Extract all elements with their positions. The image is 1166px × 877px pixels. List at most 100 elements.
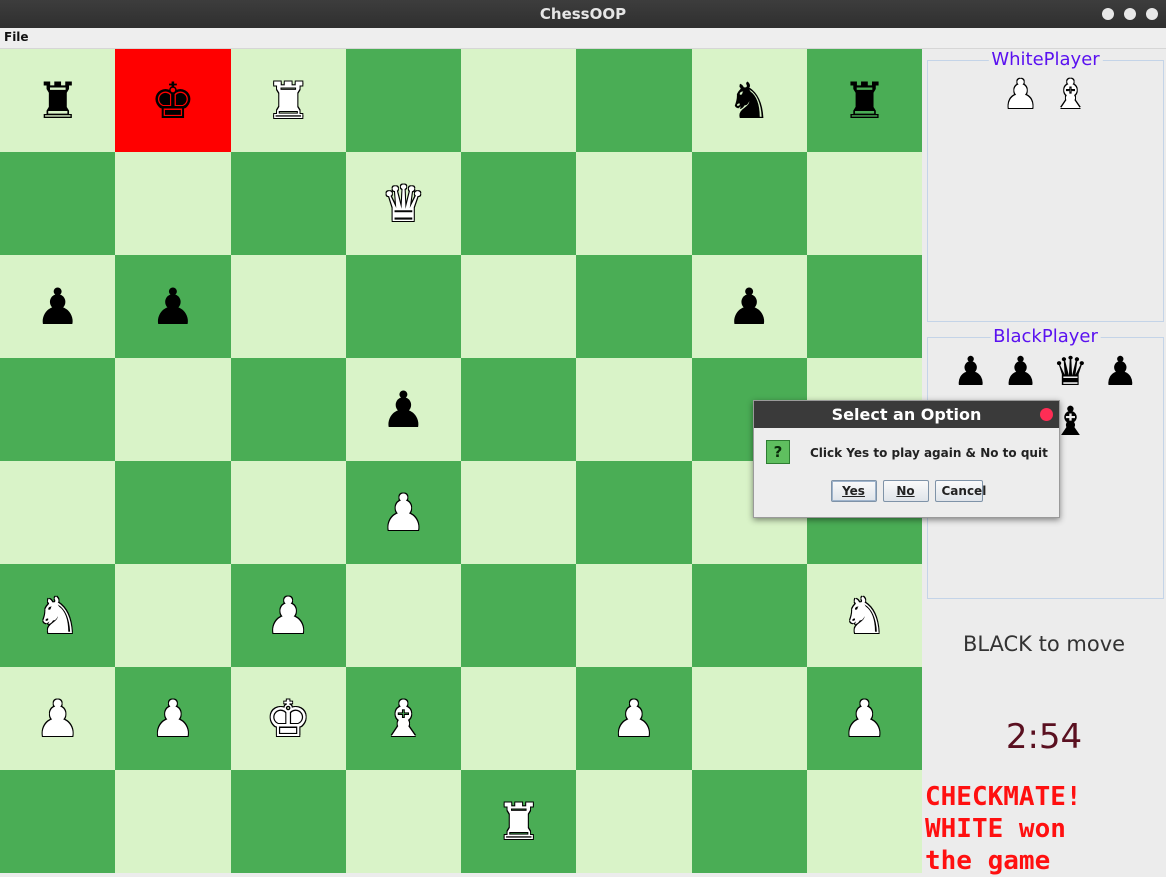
square-e4[interactable] <box>461 461 577 564</box>
dialog-title: Select an Option <box>831 405 982 424</box>
white-knight-icon: ♞ <box>841 586 887 645</box>
square-a7[interactable] <box>0 152 116 255</box>
square-b3[interactable] <box>115 564 231 667</box>
window-titlebar[interactable]: ChessOOP <box>0 0 1166 28</box>
white-player-panel: WhitePlayer ♟ ♝ <box>927 49 1164 322</box>
cancel-button[interactable]: Cancel <box>934 480 986 502</box>
square-c3[interactable]: ♟ <box>230 564 346 667</box>
square-c6[interactable] <box>230 255 346 358</box>
square-h3[interactable]: ♞ <box>806 564 922 667</box>
square-h7[interactable] <box>806 152 922 255</box>
no-button-label: No <box>896 484 915 498</box>
square-a3[interactable]: ♞ <box>0 564 116 667</box>
square-a4[interactable] <box>0 461 116 564</box>
black-pawn-icon: ♟ <box>1002 349 1039 395</box>
square-a1[interactable] <box>0 770 116 873</box>
square-f1[interactable] <box>576 770 692 873</box>
white-pawn-icon: ♟ <box>1002 72 1039 118</box>
square-a2[interactable]: ♟ <box>0 667 116 770</box>
square-b5[interactable] <box>115 358 231 461</box>
square-d5[interactable]: ♟ <box>345 358 461 461</box>
square-e6[interactable] <box>461 255 577 358</box>
square-h6[interactable] <box>806 255 922 358</box>
white-pawn-icon: ♟ <box>265 586 311 645</box>
square-f5[interactable] <box>576 358 692 461</box>
square-c4[interactable] <box>230 461 346 564</box>
square-f8[interactable] <box>576 49 692 152</box>
white-pawn-icon: ♟ <box>841 689 887 748</box>
square-g7[interactable] <box>691 152 807 255</box>
square-e8[interactable] <box>461 49 577 152</box>
square-e5[interactable] <box>461 358 577 461</box>
black-pawn-icon: ♟ <box>150 277 196 336</box>
square-e3[interactable] <box>461 564 577 667</box>
square-g8[interactable]: ♞ <box>691 49 807 152</box>
square-e1[interactable]: ♜ <box>461 770 577 873</box>
white-bishop-icon: ♝ <box>380 689 426 748</box>
move-timer: 2:54 <box>1005 717 1083 757</box>
question-icon: ? <box>766 440 790 464</box>
square-b4[interactable] <box>115 461 231 564</box>
square-h8[interactable]: ♜ <box>806 49 922 152</box>
black-queen-icon: ♛ <box>1052 349 1089 395</box>
square-c1[interactable] <box>230 770 346 873</box>
square-d3[interactable] <box>345 564 461 667</box>
square-c7[interactable] <box>230 152 346 255</box>
result-line-3: the game <box>925 846 1051 876</box>
black-pawn-icon: ♟ <box>35 277 81 336</box>
square-d7[interactable]: ♛ <box>345 152 461 255</box>
square-f7[interactable] <box>576 152 692 255</box>
black-pawn-icon: ♟ <box>726 277 772 336</box>
yes-button-label: Yes <box>842 484 865 498</box>
square-f6[interactable] <box>576 255 692 358</box>
square-f3[interactable] <box>576 564 692 667</box>
black-rook-icon: ♜ <box>35 71 81 130</box>
white-rook-icon: ♜ <box>265 71 311 130</box>
square-a5[interactable] <box>0 358 116 461</box>
square-b7[interactable] <box>115 152 231 255</box>
square-h1[interactable] <box>806 770 922 873</box>
square-b2[interactable]: ♟ <box>115 667 231 770</box>
white-queen-icon: ♛ <box>380 174 426 233</box>
close-window-button[interactable] <box>1146 8 1158 20</box>
minimize-button[interactable] <box>1102 8 1114 20</box>
yes-button[interactable]: Yes <box>830 480 877 502</box>
square-a6[interactable]: ♟ <box>0 255 116 358</box>
square-f2[interactable]: ♟ <box>576 667 692 770</box>
menu-file[interactable]: File <box>4 30 29 44</box>
square-d2[interactable]: ♝ <box>345 667 461 770</box>
white-pawn-icon: ♟ <box>380 483 426 542</box>
white-knight-icon: ♞ <box>35 586 81 645</box>
no-button[interactable]: No <box>882 480 929 502</box>
square-e7[interactable] <box>461 152 577 255</box>
result-line-2: WHITE won <box>925 814 1066 844</box>
square-f4[interactable] <box>576 461 692 564</box>
square-e2[interactable] <box>461 667 577 770</box>
turn-indicator: BLACK to move <box>962 632 1126 656</box>
square-h2[interactable]: ♟ <box>806 667 922 770</box>
white-king-icon: ♚ <box>265 689 311 748</box>
square-d1[interactable] <box>345 770 461 873</box>
maximize-button[interactable] <box>1124 8 1136 20</box>
square-g3[interactable] <box>691 564 807 667</box>
square-c2[interactable]: ♚ <box>230 667 346 770</box>
window-controls <box>1102 8 1158 20</box>
white-pawn-icon: ♟ <box>35 689 81 748</box>
black-pawn-icon: ♟ <box>952 349 989 395</box>
square-b1[interactable] <box>115 770 231 873</box>
square-g6[interactable]: ♟ <box>691 255 807 358</box>
dialog-close-button[interactable] <box>1040 408 1053 421</box>
square-c5[interactable] <box>230 358 346 461</box>
square-b6[interactable]: ♟ <box>115 255 231 358</box>
square-a8[interactable]: ♜ <box>0 49 116 152</box>
square-c8[interactable]: ♜ <box>230 49 346 152</box>
square-g1[interactable] <box>691 770 807 873</box>
square-g2[interactable] <box>691 667 807 770</box>
dialog-titlebar[interactable]: Select an Option <box>754 401 1059 428</box>
white-pawn-icon: ♟ <box>150 689 196 748</box>
square-d4[interactable]: ♟ <box>345 461 461 564</box>
black-pawn-icon: ♟ <box>1102 349 1139 395</box>
square-d6[interactable] <box>345 255 461 358</box>
square-b8[interactable]: ♚ <box>115 49 231 152</box>
square-d8[interactable] <box>345 49 461 152</box>
